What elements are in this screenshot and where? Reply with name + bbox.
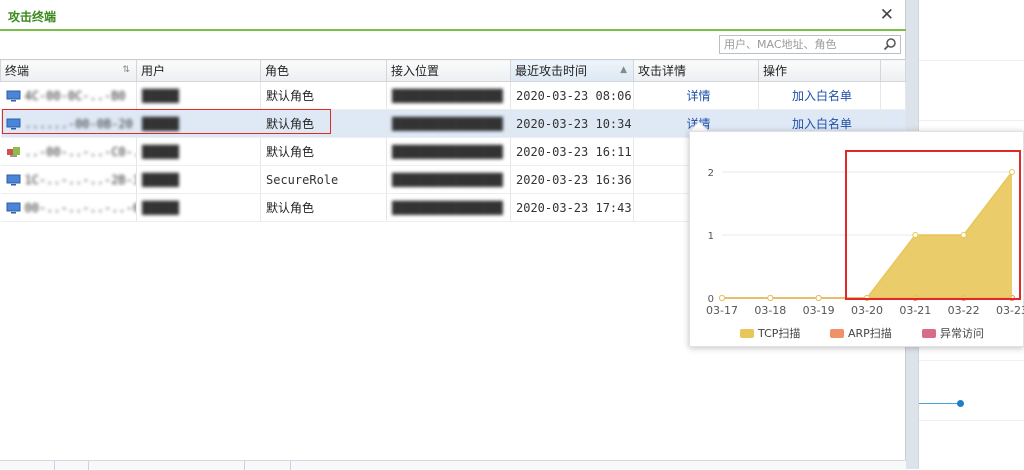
- dialog-title: 攻击终端: [8, 10, 57, 24]
- legend-item[interactable]: 异常访问: [922, 325, 984, 341]
- location-cell: ████████████: [386, 165, 511, 194]
- legend-swatch: [740, 329, 754, 338]
- terminal-cell[interactable]: 4C-00-0C-..-B0: [0, 81, 137, 110]
- computer-icon: [6, 202, 20, 213]
- location-value: ████████████: [392, 144, 503, 159]
- computer-icon: [6, 90, 20, 101]
- computer-icon: [6, 174, 20, 185]
- col-header-location[interactable]: 接入位置: [386, 59, 511, 82]
- role-cell: 默认角色: [260, 81, 387, 110]
- legend-item[interactable]: ARP扫描: [830, 325, 892, 341]
- x-tick-label: 03-18: [754, 304, 786, 317]
- x-tick-label: 03-21: [899, 304, 931, 317]
- col-header-terminal[interactable]: 终端 ⇅: [0, 59, 137, 82]
- location-cell: ████████████: [386, 81, 511, 110]
- y-tick-label: 1: [708, 231, 714, 242]
- terminal-mac: 4C-00-0C-..-B0: [24, 88, 126, 103]
- time-cell: 2020-03-23 08:06:51: [510, 81, 634, 110]
- x-tick-label: 03-22: [948, 304, 980, 317]
- sort-both-icon: ⇅: [122, 65, 130, 75]
- data-point: [767, 295, 774, 301]
- col-header-last-attack-time[interactable]: 最近攻击时间 ▲: [510, 59, 634, 82]
- time-cell: 2020-03-23 16:36:48: [510, 165, 634, 194]
- user-cell: ████: [136, 81, 261, 110]
- location-cell: ████████████: [386, 109, 511, 138]
- legend-swatch: [830, 329, 844, 338]
- role-cell: SecureRole: [260, 165, 387, 194]
- location-value: ████████████: [392, 116, 503, 131]
- sort-asc-icon: ▲: [620, 65, 627, 75]
- legend-item[interactable]: TCP扫描: [740, 325, 800, 341]
- terminal-mac: ..-00-..-..-C0-..: [24, 144, 137, 159]
- user-cell: ████: [136, 193, 261, 222]
- y-tick-label: 2: [708, 168, 714, 179]
- table-row[interactable]: 4C-00-0C-..-B0 ████ 默认角色 ████████████ 20…: [0, 81, 906, 110]
- search-box[interactable]: [719, 35, 901, 54]
- legend-swatch: [922, 329, 936, 338]
- device-icon: [6, 146, 20, 157]
- terminal-cell[interactable]: 00-..-..-..-..-6B: [0, 193, 137, 222]
- chart-legend: TCP扫描 ARP扫描 异常访问: [690, 325, 1024, 341]
- background-series-dot: [957, 400, 964, 407]
- detail-cell: 详情: [633, 81, 759, 110]
- legend-label: ARP扫描: [848, 327, 892, 340]
- location-cell: ████████████: [386, 137, 511, 166]
- legend-label: 异常访问: [940, 327, 984, 340]
- x-tick-label: 03-20: [851, 304, 883, 317]
- close-icon[interactable]: ✕: [880, 5, 894, 25]
- user-value: ████: [142, 88, 179, 103]
- legend-label: TCP扫描: [758, 327, 801, 340]
- time-cell: 2020-03-23 16:11:31: [510, 137, 634, 166]
- search-icon[interactable]: [883, 37, 897, 51]
- terminal-mac: 1C-..-..-..-2B-37: [24, 172, 137, 187]
- background-series-line: [919, 403, 961, 404]
- time-cell: 2020-03-23 17:43:08: [510, 193, 634, 222]
- user-value: ████: [142, 200, 179, 215]
- location-value: ████████████: [392, 172, 503, 187]
- x-tick-label: 03-19: [803, 304, 835, 317]
- location-value: ████████████: [392, 200, 503, 215]
- dialog-title-bar: 攻击终端 ✕: [0, 0, 906, 31]
- role-cell: 默认角色: [260, 193, 387, 222]
- terminal-mac: 00-..-..-..-..-6B: [24, 200, 137, 215]
- spacer-cell: [880, 81, 906, 110]
- action-cell: 加入白名单: [758, 81, 881, 110]
- detail-link[interactable]: 详情: [686, 89, 710, 103]
- row-highlight-annotation: [2, 109, 331, 134]
- data-point: [815, 295, 822, 301]
- terminal-cell[interactable]: 1C-..-..-..-2B-37: [0, 165, 137, 194]
- time-cell: 2020-03-23 10:34:47: [510, 109, 634, 138]
- terminal-cell[interactable]: ..-00-..-..-C0-..: [0, 137, 137, 166]
- x-tick-label: 03-17: [706, 304, 738, 317]
- user-cell: ████: [136, 165, 261, 194]
- user-cell: ████: [136, 137, 261, 166]
- table-header: 终端 ⇅ 用户 角色 接入位置 最近攻击时间 ▲ 攻击详情 操作: [0, 59, 906, 82]
- x-tick-label: 03-23: [996, 304, 1024, 317]
- role-cell: 默认角色: [260, 137, 387, 166]
- chart-highlight-annotation: [845, 150, 1021, 300]
- add-whitelist-link[interactable]: 加入白名单: [792, 117, 852, 131]
- search-input[interactable]: [720, 36, 878, 53]
- location-cell: ████████████: [386, 193, 511, 222]
- user-value: ████: [142, 172, 179, 187]
- col-header-spacer: [880, 59, 906, 82]
- col-header-role[interactable]: 角色: [260, 59, 387, 82]
- add-whitelist-link[interactable]: 加入白名单: [792, 89, 852, 103]
- data-point: [719, 295, 725, 301]
- col-header-attack-detail[interactable]: 攻击详情: [633, 59, 759, 82]
- pagination-bar: [0, 460, 906, 470]
- user-value: ████: [142, 144, 179, 159]
- col-header-action[interactable]: 操作: [758, 59, 881, 82]
- col-header-user[interactable]: 用户: [136, 59, 261, 82]
- location-value: ████████████: [392, 88, 503, 103]
